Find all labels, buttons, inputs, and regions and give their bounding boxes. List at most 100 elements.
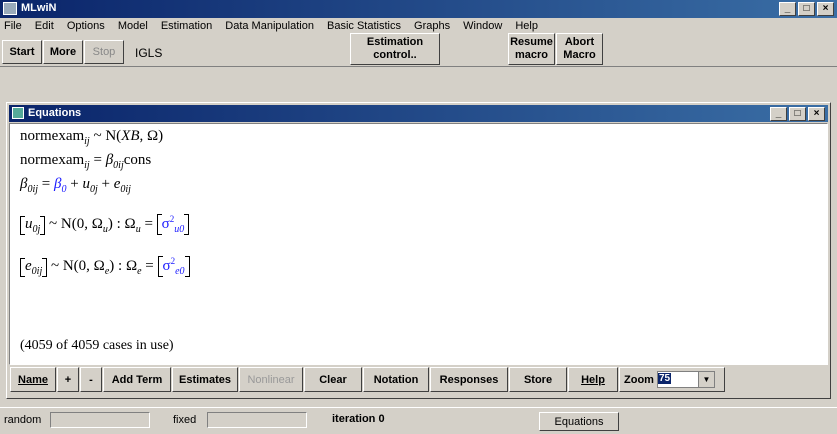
u-equals: = xyxy=(140,216,157,232)
menu-model[interactable]: Model xyxy=(118,20,148,32)
menu-help[interactable]: Help xyxy=(515,20,538,32)
menu-basic-statistics[interactable]: Basic Statistics xyxy=(327,20,401,32)
more-label: More xyxy=(49,45,77,58)
eq-minimize-icon[interactable]: _ xyxy=(770,107,787,121)
plus-button[interactable]: + xyxy=(57,367,79,392)
estimates-button[interactable]: Estimates xyxy=(172,367,238,392)
app-title: MLwiN xyxy=(21,2,57,14)
u-term: u xyxy=(82,176,90,192)
plus-label: + xyxy=(64,373,72,386)
chevron-down-icon[interactable]: ▼ xyxy=(697,372,714,387)
menu-edit[interactable]: Edit xyxy=(35,20,54,32)
equation-line-3[interactable]: β0ij = β0 + u0j + e0ij xyxy=(20,176,131,195)
cases-in-use: (4059 of 4059 cases in use) xyxy=(20,338,174,353)
random-field xyxy=(50,412,150,428)
e-omega: ) : Ω xyxy=(109,258,138,274)
u-omega: ) : Ω xyxy=(107,216,136,232)
iteration-status: iteration 0 xyxy=(332,413,385,425)
estimates-label: Estimates xyxy=(179,373,231,386)
equals-3: = xyxy=(38,176,55,192)
equations-task-button[interactable]: Equations xyxy=(539,412,619,431)
help-button[interactable]: Help xyxy=(568,367,618,392)
u-dist: ~ N(0, Ω xyxy=(49,216,103,232)
cons-var: cons xyxy=(123,152,152,168)
equation-line-1[interactable]: normexamij ~ N(XB, Ω) xyxy=(20,128,163,147)
response-var: normexam xyxy=(20,128,85,144)
eq-maximize-icon[interactable]: □ xyxy=(789,107,806,121)
minimize-icon[interactable]: _ xyxy=(779,2,796,16)
nonlinear-button[interactable]: Nonlinear xyxy=(239,367,303,392)
store-button[interactable]: Store xyxy=(509,367,567,392)
sigma-u-sub: u0 xyxy=(174,224,185,235)
e-vector-subscript: 0ij xyxy=(31,266,43,277)
equations-window: Equations _ □ × normexamij ~ N(XB, Ω) no… xyxy=(6,102,831,399)
e-vector-bracket: e0ij xyxy=(20,258,48,277)
abort-macro-label-1: Abort xyxy=(564,36,595,49)
e-equals: = xyxy=(141,258,158,274)
u-subscript: 0j xyxy=(89,184,98,195)
equations-titlebar: Equations _ □ × xyxy=(9,105,828,122)
name-label: Name xyxy=(18,373,48,386)
equations-window-icon xyxy=(12,107,24,119)
random-label: random xyxy=(4,414,42,426)
sigma-u: σ xyxy=(161,216,170,232)
start-button[interactable]: Start xyxy=(2,40,42,64)
eq-close-icon[interactable]: × xyxy=(808,107,825,121)
resume-macro-label-1: Resume xyxy=(510,36,553,49)
menu-window[interactable]: Window xyxy=(463,20,502,32)
equals-2: = xyxy=(89,152,106,168)
resume-macro-button[interactable]: Resume macro xyxy=(508,33,555,65)
zoom-select[interactable]: 75 ▼ xyxy=(656,371,715,388)
app-icon xyxy=(3,2,17,15)
u-vector-bracket: u0j xyxy=(20,216,46,235)
abort-macro-button[interactable]: Abort Macro xyxy=(556,33,603,65)
equation-line-5[interactable]: e0ij ~ N(0, Ωe) : Ωe = σ2e0 xyxy=(20,256,190,277)
resume-macro-label-2: macro xyxy=(514,49,549,61)
zoom-label: Zoom xyxy=(624,373,654,386)
menu-bar: File Edit Options Model Estimation Data … xyxy=(4,20,548,36)
notation-button[interactable]: Notation xyxy=(363,367,429,392)
stop-button[interactable]: Stop xyxy=(84,40,124,64)
more-button[interactable]: More xyxy=(43,40,83,64)
equation-line-2[interactable]: normexamij = β0ijcons xyxy=(20,152,151,171)
e-dist: ~ N(0, Ω xyxy=(50,258,105,274)
e-variance-bracket[interactable]: σ2e0 xyxy=(157,256,190,277)
clear-label: Clear xyxy=(319,373,347,386)
menu-graphs[interactable]: Graphs xyxy=(414,20,450,32)
dist-close: , Ω) xyxy=(139,128,164,144)
menu-estimation[interactable]: Estimation xyxy=(161,20,212,32)
menu-options[interactable]: Options xyxy=(67,20,105,32)
status-bar: random fixed iteration 0 Equations xyxy=(0,407,837,434)
u-vector-subscript: 0j xyxy=(32,224,41,235)
app-titlebar: MLwiN _ □ × xyxy=(0,0,837,18)
minus-button[interactable]: - xyxy=(80,367,102,392)
u-vector-term: u xyxy=(25,216,33,232)
u-variance-bracket[interactable]: σ2u0 xyxy=(156,214,190,235)
beta0-parameter[interactable]: β xyxy=(54,176,61,192)
add-term-button[interactable]: Add Term xyxy=(103,367,171,392)
plus-2: + xyxy=(97,176,114,192)
estimation-control-button[interactable]: Estimation control.. xyxy=(350,33,440,65)
xb-term: XB xyxy=(121,128,140,144)
clear-button[interactable]: Clear xyxy=(304,367,362,392)
zoom-control: Zoom 75 ▼ xyxy=(619,367,725,392)
name-button[interactable]: Name xyxy=(10,367,56,392)
estimation-control-label-2: control.. xyxy=(373,49,417,61)
sigma-e-sub: e0 xyxy=(175,266,185,277)
dist-open: ~ N( xyxy=(89,128,122,144)
menu-file[interactable]: File xyxy=(4,20,22,32)
equation-line-4[interactable]: u0j ~ N(0, Ωu) : Ωu = σ2u0 xyxy=(20,214,190,235)
responses-label: Responses xyxy=(439,373,499,386)
equation-canvas[interactable]: normexamij ~ N(XB, Ω) normexamij = β0ijc… xyxy=(9,123,828,365)
responses-button[interactable]: Responses xyxy=(430,367,508,392)
stop-label: Stop xyxy=(92,45,116,58)
e-subscript: 0ij xyxy=(120,184,131,195)
sigma-u-sup: 2 xyxy=(169,214,175,224)
nonlinear-label: Nonlinear xyxy=(247,373,295,386)
maximize-icon[interactable]: □ xyxy=(798,2,815,16)
menu-data-manipulation[interactable]: Data Manipulation xyxy=(225,20,314,32)
start-label: Start xyxy=(9,45,35,58)
plus-1: + xyxy=(66,176,83,192)
beta-subscript: 0ij xyxy=(113,160,124,171)
close-icon[interactable]: × xyxy=(817,2,834,16)
